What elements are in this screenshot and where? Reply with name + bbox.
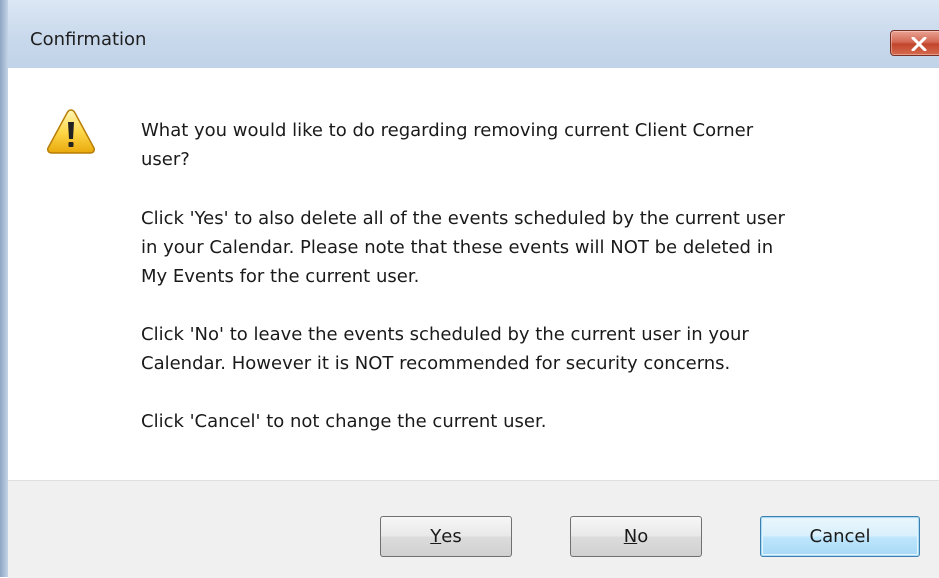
close-icon (911, 37, 927, 51)
cancel-button[interactable]: Cancel (760, 516, 920, 557)
warning-icon (47, 109, 95, 154)
window-border (0, 0, 8, 577)
no-label: o (637, 526, 649, 547)
yes-label: es (441, 526, 462, 547)
message-text: Click 'Yes' to also delete all of the ev… (141, 208, 785, 287)
no-button[interactable]: No (570, 516, 702, 557)
title-bar[interactable]: Confirmation (8, 0, 939, 68)
yes-mnemonic: Y (430, 526, 442, 547)
message-no-explanation: Click 'No' to leave the events scheduled… (141, 320, 749, 378)
button-bar: Yes No Cancel (8, 480, 939, 578)
no-mnemonic: N (623, 526, 638, 547)
message-yes-explanation: Click 'Yes' to also delete all of the ev… (141, 204, 785, 291)
message-cancel-explanation: Click 'Cancel' to not change the current… (141, 407, 546, 436)
message-text: Click 'No' to leave the events scheduled… (141, 324, 749, 374)
window-title: Confirmation (30, 29, 147, 50)
close-button[interactable] (890, 30, 939, 56)
yes-button[interactable]: Yes (380, 516, 512, 557)
message-question: What you would like to do regarding remo… (141, 116, 753, 174)
message-text: What you would like to do regarding remo… (141, 120, 754, 170)
message-text: Click 'Cancel' to not change the current… (141, 411, 547, 432)
cancel-label: Cancel (809, 526, 871, 547)
confirmation-dialog: Confirmation What you would like to do r… (0, 0, 939, 578)
